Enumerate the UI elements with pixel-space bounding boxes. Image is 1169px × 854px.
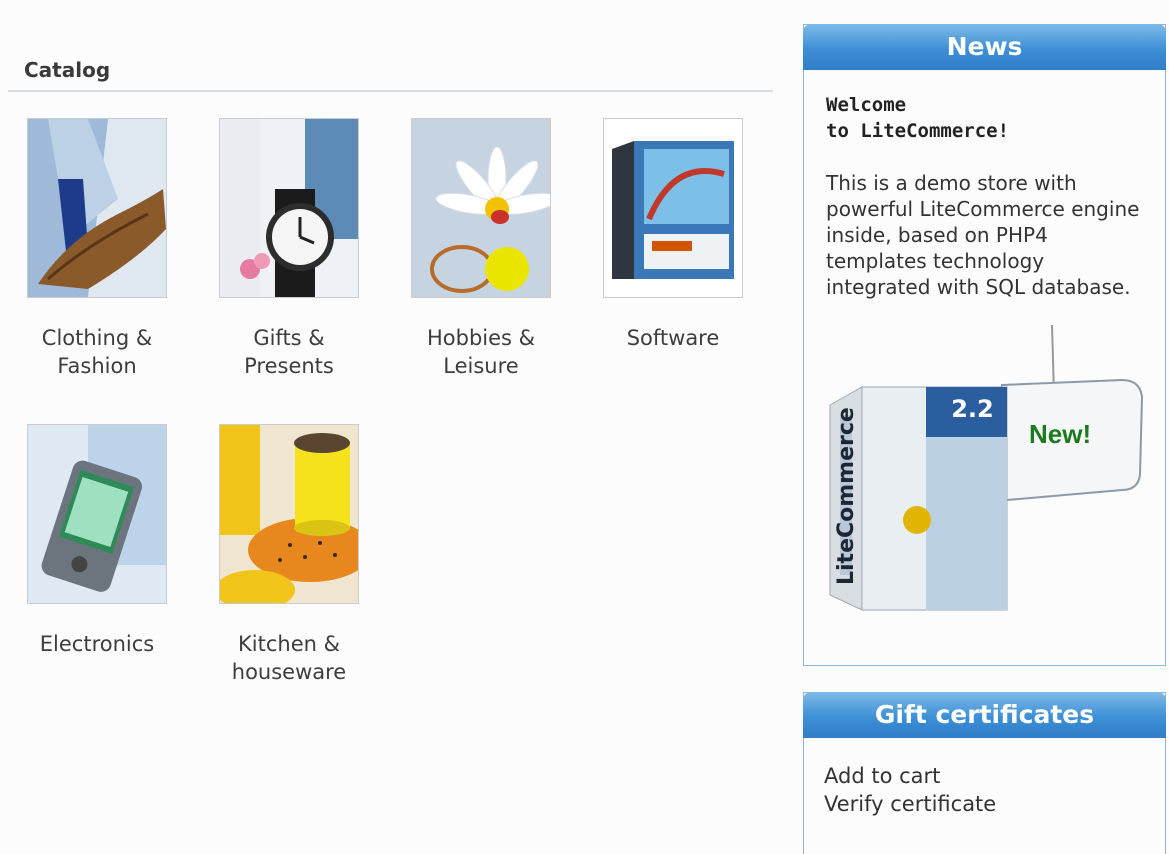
category-kitchen[interactable]: Kitchen & houseware bbox=[209, 424, 369, 686]
category-label[interactable]: Electronics bbox=[17, 630, 177, 658]
watch-image[interactable] bbox=[219, 118, 359, 298]
category-gifts[interactable]: Gifts & Presents bbox=[209, 118, 369, 380]
category-label[interactable]: Kitchen & houseware bbox=[209, 630, 369, 686]
news-box: News Welcome to LiteCommerce! This is a … bbox=[803, 24, 1166, 666]
category-software[interactable]: Software bbox=[593, 118, 753, 352]
add-to-cart-link[interactable]: Add to cart bbox=[824, 762, 1165, 790]
promo-version: 2.2 bbox=[951, 395, 994, 423]
gift-certificates-box: Gift certificates Add to cart Verify cer… bbox=[803, 692, 1166, 854]
litecommerce-promo-image[interactable]: 2.2 LiteCommerce New! bbox=[822, 324, 1152, 625]
daisy-tennis-image[interactable] bbox=[411, 118, 551, 298]
pda-image[interactable] bbox=[27, 424, 167, 604]
clothing-image[interactable] bbox=[27, 118, 167, 298]
category-label[interactable]: Software bbox=[593, 324, 753, 352]
category-electronics[interactable]: Electronics bbox=[17, 424, 177, 658]
gift-box-title: Gift certificates bbox=[803, 692, 1166, 738]
software-box-image[interactable] bbox=[603, 118, 743, 298]
cup-saucer-image[interactable] bbox=[219, 424, 359, 604]
catalog-title: Catalog bbox=[24, 58, 111, 82]
promo-new-tag: New! bbox=[1029, 419, 1092, 449]
category-clothing[interactable]: Clothing & Fashion bbox=[17, 118, 177, 380]
category-label[interactable]: Clothing & Fashion bbox=[17, 324, 177, 380]
gift-links: Add to cart Verify certificate bbox=[824, 762, 1165, 818]
category-hobbies[interactable]: Hobbies & Leisure bbox=[401, 118, 561, 380]
catalog-divider bbox=[8, 90, 773, 92]
news-body-text: This is a demo store with powerful LiteC… bbox=[826, 171, 1140, 299]
verify-certificate-link[interactable]: Verify certificate bbox=[824, 790, 1165, 818]
category-label[interactable]: Hobbies & Leisure bbox=[401, 324, 561, 380]
promo-product-name: LiteCommerce bbox=[834, 407, 859, 585]
news-box-title: News bbox=[803, 24, 1166, 70]
category-label[interactable]: Gifts & Presents bbox=[209, 324, 369, 380]
news-welcome-heading: Welcome to LiteCommerce! bbox=[826, 94, 1010, 142]
